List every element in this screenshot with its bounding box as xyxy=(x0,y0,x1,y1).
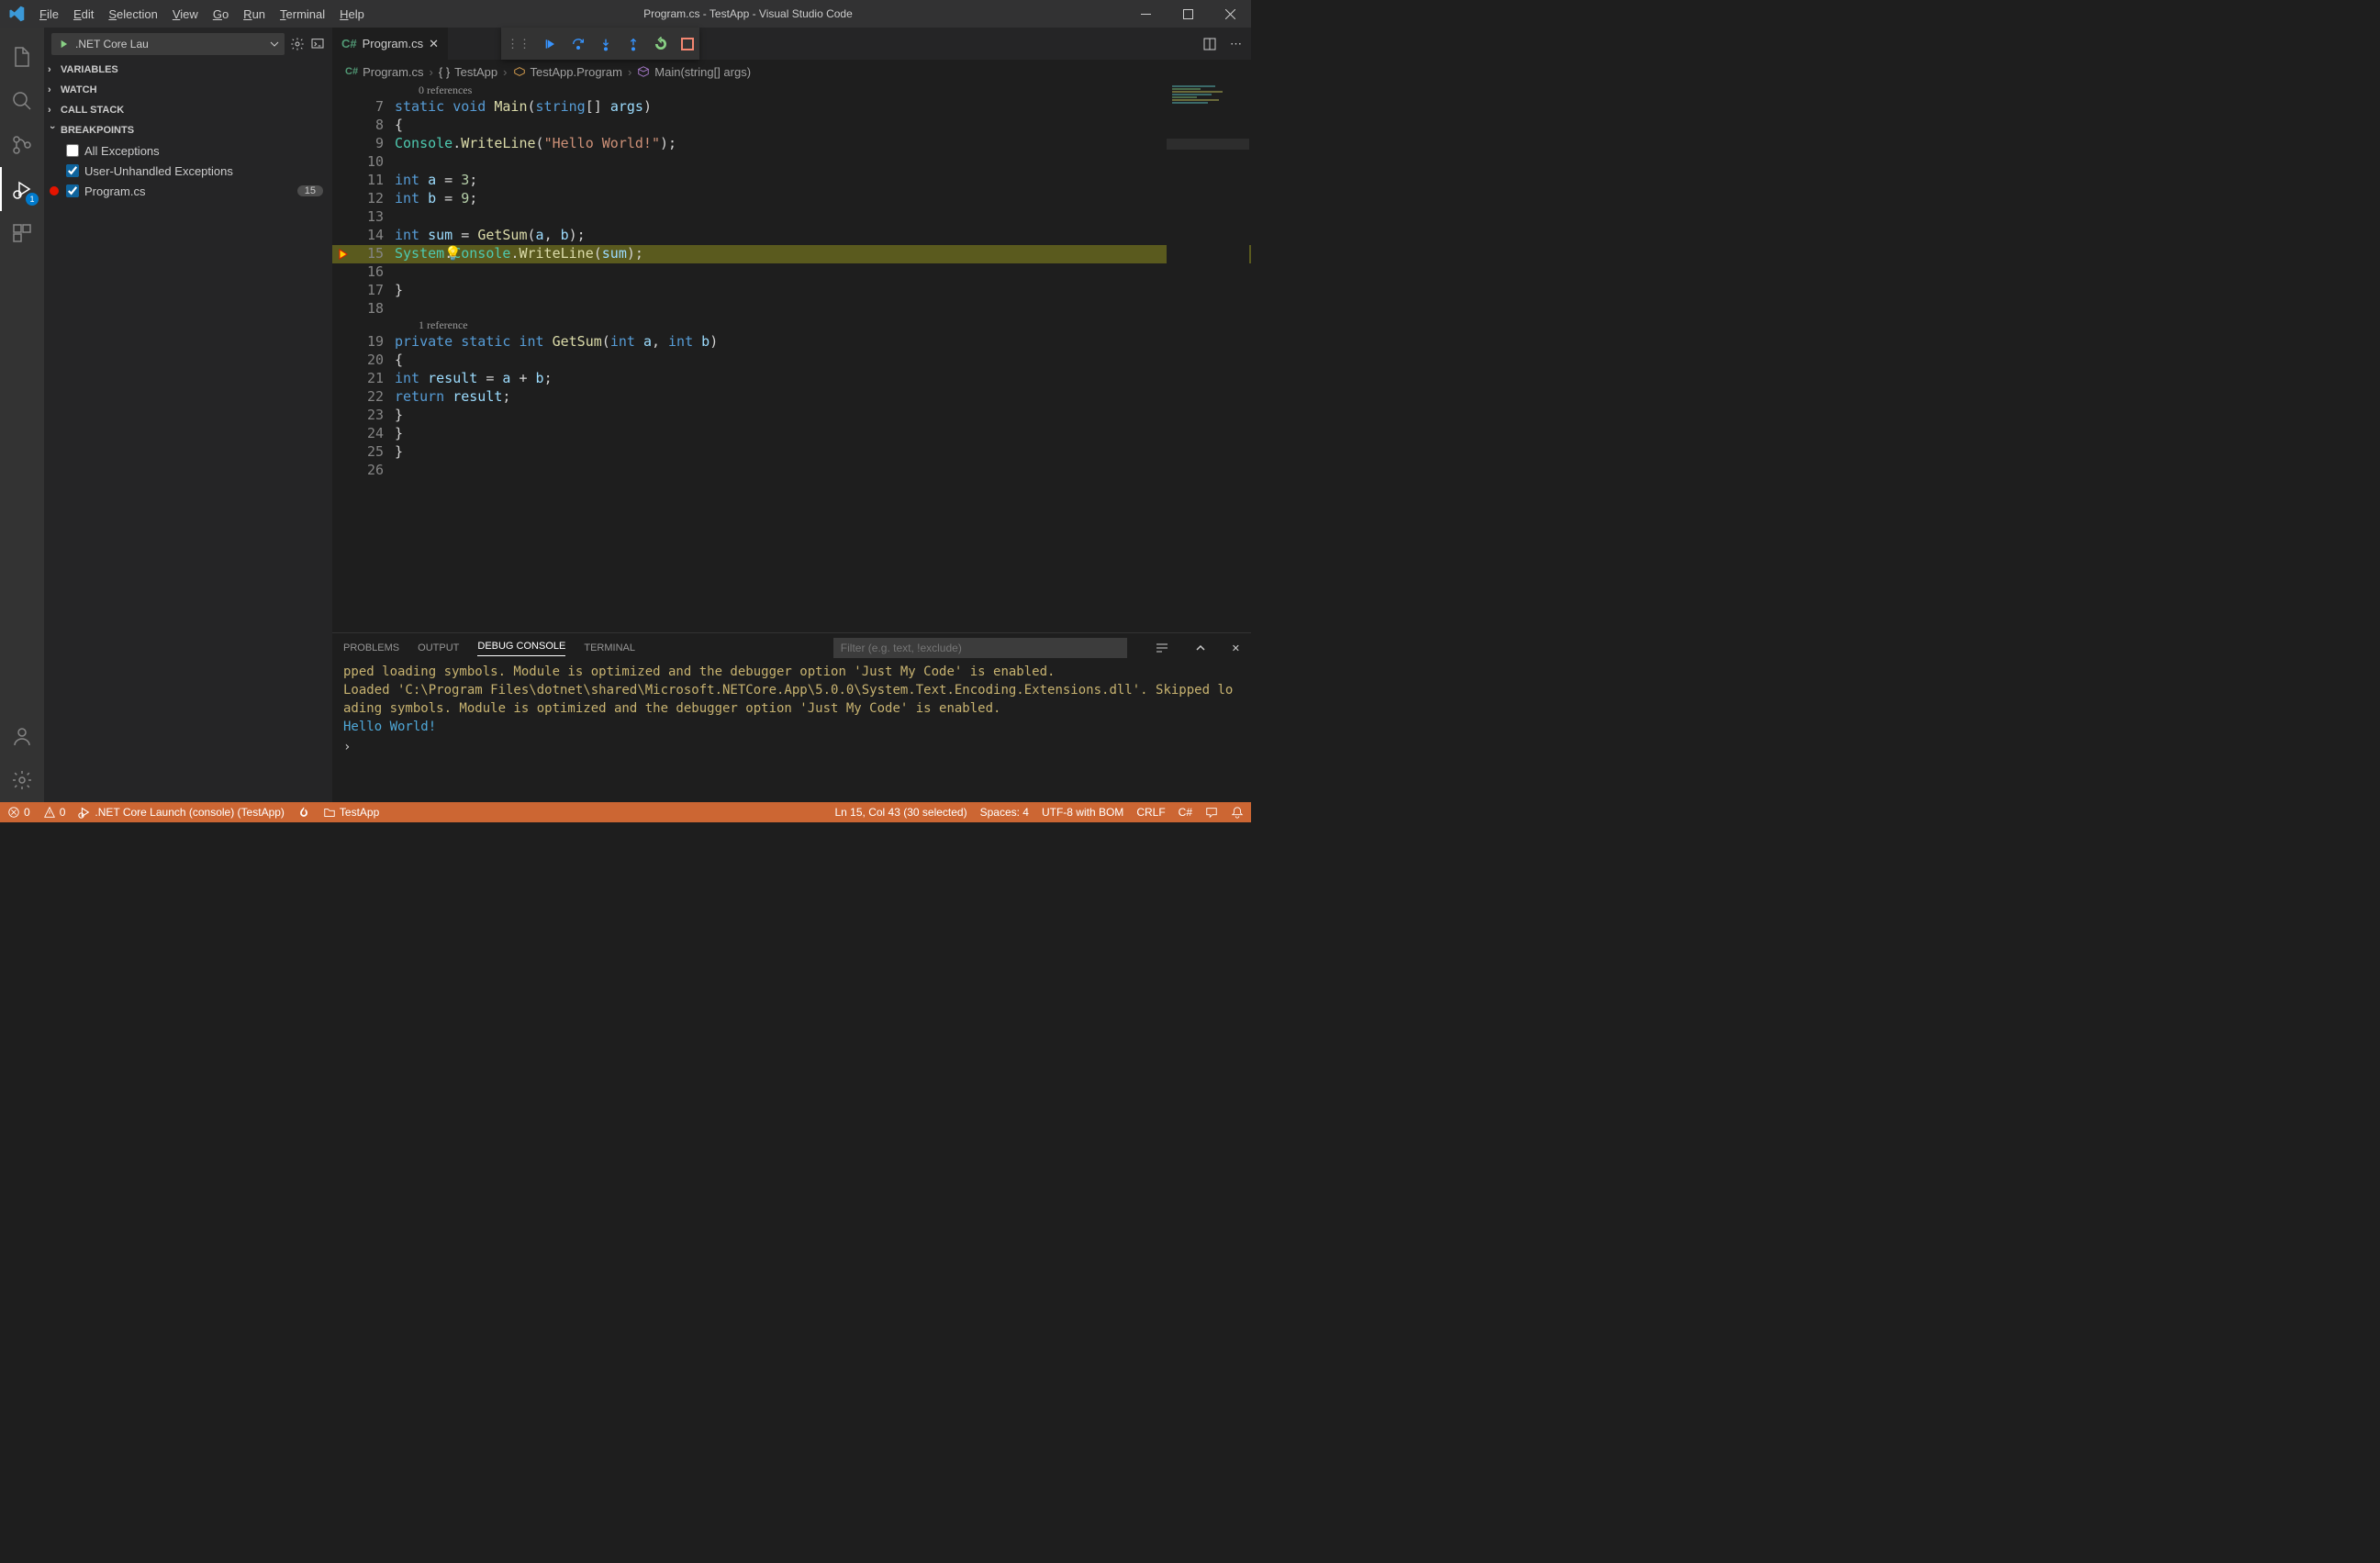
editor-tabs: C# Program.cs ✕ ⋮⋮ ⋯ xyxy=(332,28,1251,60)
title-bar: File Edit Selection View Go Run Terminal… xyxy=(0,0,1251,28)
menu-help[interactable]: Help xyxy=(332,7,372,21)
debug-config-dropdown[interactable]: .NET Core Lau xyxy=(51,33,285,55)
menu-edit[interactable]: Edit xyxy=(66,7,101,21)
tab-label: Program.cs xyxy=(363,37,423,50)
namespace-icon: { } xyxy=(439,65,450,79)
status-cursor[interactable]: Ln 15, Col 43 (30 selected) xyxy=(835,806,967,819)
panel-tab-terminal[interactable]: TERMINAL xyxy=(584,642,635,653)
status-spaces[interactable]: Spaces: 4 xyxy=(980,806,1029,819)
minimize-button[interactable] xyxy=(1124,0,1167,28)
bp-all-exceptions[interactable]: All Exceptions xyxy=(62,140,332,161)
panel-tab-debug-console[interactable]: DEBUG CONSOLE xyxy=(477,641,565,656)
csharp-file-icon: C# xyxy=(341,37,357,50)
menu-bar: File Edit Selection View Go Run Terminal… xyxy=(32,7,372,21)
debug-grip-icon[interactable]: ⋮⋮ xyxy=(507,37,531,51)
minimap[interactable] xyxy=(1167,84,1249,632)
lightbulb-icon[interactable]: 💡 xyxy=(444,245,462,262)
status-debug-launch[interactable]: .NET Core Launch (console) (TestApp) xyxy=(78,806,285,819)
menu-run[interactable]: Run xyxy=(236,7,273,21)
stop-icon[interactable] xyxy=(681,38,694,50)
watch-section[interactable]: ›WATCH xyxy=(44,80,332,100)
source-control-icon[interactable] xyxy=(0,123,44,167)
panel-collapse-icon[interactable] xyxy=(1195,642,1206,653)
bp-checkbox[interactable] xyxy=(66,184,79,197)
status-encoding[interactable]: UTF-8 with BOM xyxy=(1042,806,1123,819)
callstack-section[interactable]: ›CALL STACK xyxy=(44,100,332,120)
settings-gear-icon[interactable] xyxy=(0,758,44,802)
panel-close-icon[interactable]: ✕ xyxy=(1232,642,1240,654)
debug-config-label: .NET Core Lau xyxy=(75,38,149,50)
editor-area: C# Program.cs ✕ ⋮⋮ ⋯ C#Program.cs › { }T… xyxy=(332,28,1251,802)
breakpoints-section[interactable]: ›BREAKPOINTS xyxy=(44,120,332,140)
breadcrumbs[interactable]: C#Program.cs › { }TestApp › TestApp.Prog… xyxy=(332,60,1251,84)
current-line-arrow-icon xyxy=(338,248,351,261)
menu-go[interactable]: Go xyxy=(206,7,236,21)
codelens-refs[interactable]: 0 references xyxy=(332,84,1251,98)
restart-icon[interactable] xyxy=(654,37,668,51)
account-icon[interactable] xyxy=(0,714,44,758)
debug-sidebar: .NET Core Lau ›VARIABLES ›WATCH ›CALL ST… xyxy=(44,28,332,802)
status-feedback-icon[interactable] xyxy=(1205,806,1218,819)
bp-user-unhandled[interactable]: User-Unhandled Exceptions xyxy=(62,161,332,181)
codelens-refs[interactable]: 1 reference xyxy=(332,318,1251,333)
menu-selection[interactable]: Selection xyxy=(101,7,164,21)
menu-file[interactable]: File xyxy=(32,7,66,21)
breakpoint-dot-icon xyxy=(50,186,59,195)
window-title: Program.cs - TestApp - Visual Studio Cod… xyxy=(372,7,1124,20)
status-bar: 0 0 .NET Core Launch (console) (TestApp)… xyxy=(0,802,1251,822)
explorer-icon[interactable] xyxy=(0,35,44,79)
status-flame-icon[interactable] xyxy=(297,806,310,819)
debug-console-output[interactable]: pped loading symbols. Module is optimize… xyxy=(332,663,1251,802)
more-actions-icon[interactable]: ⋯ xyxy=(1230,37,1242,51)
minimap-viewport[interactable] xyxy=(1167,139,1249,150)
bp-program-cs[interactable]: Program.cs 15 xyxy=(62,181,332,201)
class-icon xyxy=(513,65,526,78)
status-errors[interactable]: 0 xyxy=(7,806,30,819)
variables-section[interactable]: ›VARIABLES xyxy=(44,60,332,80)
split-editor-icon[interactable] xyxy=(1202,37,1217,51)
word-wrap-icon[interactable] xyxy=(1155,641,1169,655)
step-out-icon[interactable] xyxy=(626,37,641,51)
menu-terminal[interactable]: Terminal xyxy=(273,7,332,21)
tab-close-icon[interactable]: ✕ xyxy=(429,37,439,51)
run-debug-icon[interactable]: 1 xyxy=(0,167,44,211)
activity-bar: 1 xyxy=(0,28,44,802)
vscode-logo-icon xyxy=(0,6,32,22)
tab-program-cs[interactable]: C# Program.cs ✕ xyxy=(332,28,449,60)
extensions-icon[interactable] xyxy=(0,211,44,255)
status-folder[interactable]: TestApp xyxy=(323,806,379,819)
debug-console-prompt-icon[interactable]: › xyxy=(343,738,1240,756)
close-button[interactable] xyxy=(1209,0,1251,28)
panel-tab-problems[interactable]: PROBLEMS xyxy=(343,642,399,653)
method-icon xyxy=(637,65,650,78)
bp-checkbox[interactable] xyxy=(66,144,79,157)
debug-toolbar[interactable]: ⋮⋮ xyxy=(501,28,699,60)
debug-console-icon[interactable] xyxy=(310,37,325,51)
step-over-icon[interactable] xyxy=(571,37,586,51)
debug-console-filter[interactable] xyxy=(833,638,1127,658)
maximize-button[interactable] xyxy=(1167,0,1209,28)
continue-icon[interactable] xyxy=(543,37,558,51)
debug-settings-gear-icon[interactable] xyxy=(290,37,305,51)
code-editor[interactable]: 0 references 7 static void Main(string[]… xyxy=(332,84,1251,632)
menu-view[interactable]: View xyxy=(165,7,206,21)
search-icon[interactable] xyxy=(0,79,44,123)
panel-tab-output[interactable]: OUTPUT xyxy=(418,642,459,653)
bp-line-badge: 15 xyxy=(297,185,323,196)
status-eol[interactable]: CRLF xyxy=(1136,806,1165,819)
csharp-file-icon: C# xyxy=(345,66,358,77)
status-warnings[interactable]: 0 xyxy=(43,806,66,819)
status-language[interactable]: C# xyxy=(1179,806,1192,819)
bp-checkbox[interactable] xyxy=(66,164,79,177)
status-bell-icon[interactable] xyxy=(1231,806,1244,819)
debug-badge: 1 xyxy=(26,193,39,206)
bottom-panel: PROBLEMS OUTPUT DEBUG CONSOLE TERMINAL ✕… xyxy=(332,632,1251,802)
step-into-icon[interactable] xyxy=(598,37,613,51)
